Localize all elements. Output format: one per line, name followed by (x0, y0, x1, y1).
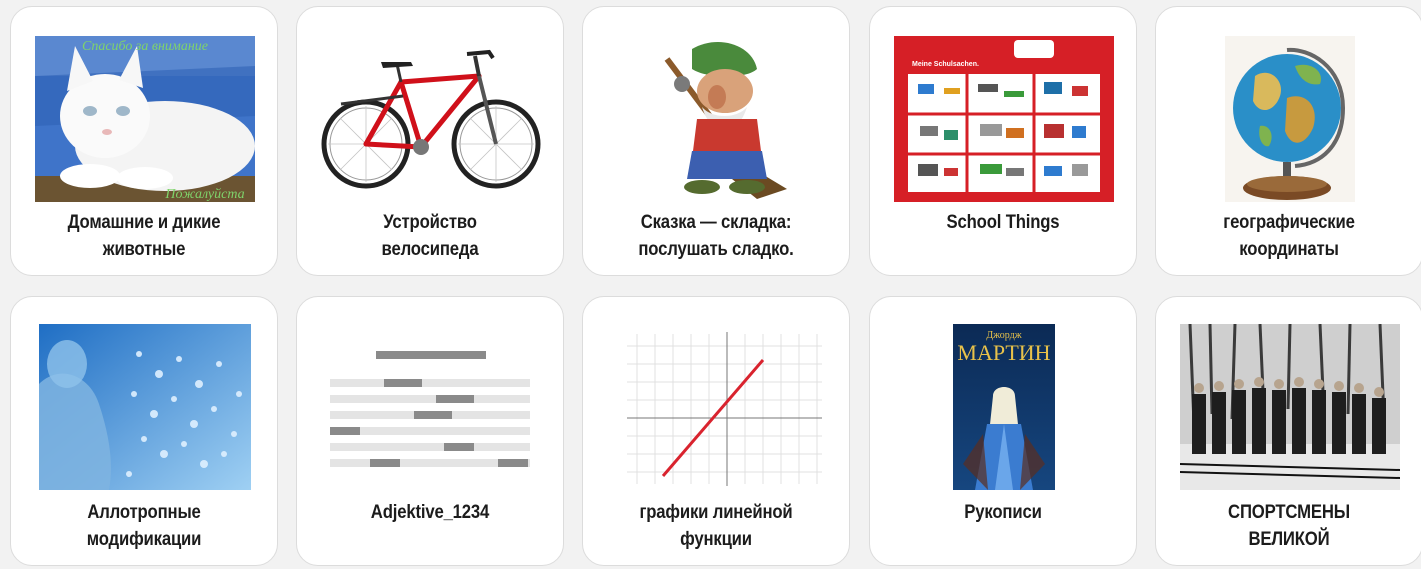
card-title: СПОРТСМЕНЫ ВЕЛИКОЙ (1228, 502, 1350, 550)
globe-photo (1180, 35, 1400, 203)
card-allotropic-modifications[interactable]: Аллотропные модификации (10, 296, 278, 566)
card-bicycle-structure[interactable]: Устройство велосипеда (296, 6, 564, 276)
card-grid: Спасибо за внимание Пожалуйста Домашние … (0, 0, 1421, 569)
card-domestic-wild-animals[interactable]: Спасибо за внимание Пожалуйста Домашние … (10, 6, 278, 276)
card-adjektive[interactable]: Adjektive_1234 (296, 296, 564, 566)
card-title: Домашние и дикие животные (67, 212, 221, 260)
book-title: МАРТИН (957, 340, 1050, 365)
card-title: Устройство велосипеда (381, 212, 479, 260)
book-cover: Джордж МАРТИН (894, 323, 1114, 491)
poster-header: Meine Schulsachen. (912, 61, 979, 68)
school-supplies-poster: Meine Schulsachen. (894, 35, 1114, 203)
card-linear-function-graphs[interactable]: графики линейной функции (582, 296, 850, 566)
card-fairy-tale[interactable]: Сказка — складка: послушать сладко. (582, 6, 850, 276)
card-athletes[interactable]: СПОРТСМЕНЫ ВЕЛИКОЙ (1155, 296, 1421, 566)
card-school-things[interactable]: Meine Schulsachen. School Things (869, 6, 1137, 276)
red-bicycle-photo (321, 35, 541, 203)
card-title: School Things (946, 212, 1060, 233)
card-title: Сказка — складка: послушать сладко. (638, 212, 794, 260)
overlay-bottom-text: Пожалуйста (164, 187, 244, 202)
white-cat-photo: Спасибо за внимание Пожалуйста (35, 35, 255, 203)
card-title: графики линейной функции (639, 502, 793, 550)
card-title: Рукописи (964, 502, 1042, 523)
card-geographic-coordinates[interactable]: географические координаты (1155, 6, 1421, 276)
skiers-archival-photo (1180, 323, 1400, 491)
card-title: Аллотропные модификации (86, 502, 202, 550)
linear-function-graph (607, 323, 827, 491)
fairy-tale-character-illustration (607, 35, 827, 203)
card-manuscripts[interactable]: Джордж МАРТИН Рукописи (869, 296, 1137, 566)
blue-woman-bubbles-image (35, 323, 255, 491)
overlay-top-text: Спасибо за внимание (82, 39, 208, 54)
card-title: Adjektive_1234 (370, 502, 490, 523)
fill-in-exercise-diagram (321, 323, 541, 491)
card-title: географические координаты (1223, 212, 1355, 260)
